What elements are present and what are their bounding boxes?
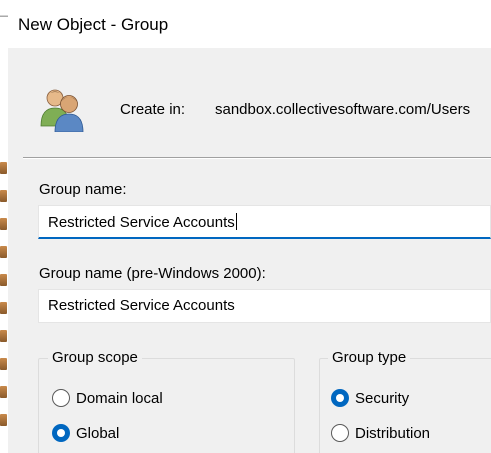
background-list-icon	[0, 414, 7, 426]
radio-button-unchecked[interactable]	[52, 389, 70, 407]
background-list-icon	[0, 190, 7, 202]
group-name-pre2000-input[interactable]: Restricted Service Accounts	[38, 289, 491, 323]
dialog-title: New Object - Group	[18, 15, 169, 34]
create-in-header: Create in: sandbox.collectivesoftware.co…	[8, 48, 491, 158]
group-name-value: Restricted Service Accounts	[48, 213, 237, 231]
radio-button-checked[interactable]	[331, 389, 349, 407]
screen: — New Object - Group Create in: sandbox.…	[0, 0, 491, 453]
radio-domain-local[interactable]: Domain local	[52, 389, 163, 407]
background-list-icon	[0, 302, 7, 314]
background-list-icon	[0, 358, 7, 370]
background-list-icon	[0, 246, 7, 258]
radio-security[interactable]: Security	[331, 389, 409, 407]
group-name-pre2000-label: Group name (pre-Windows 2000):	[39, 265, 266, 282]
radio-button-unchecked[interactable]	[331, 424, 349, 442]
group-name-pre2000-value: Restricted Service Accounts	[48, 297, 235, 314]
text-caret	[235, 213, 237, 230]
header-separator	[23, 157, 491, 158]
radio-distribution[interactable]: Distribution	[331, 424, 430, 442]
background-list-icon	[0, 218, 7, 230]
background-list-icon	[0, 386, 7, 398]
radio-global[interactable]: Global	[52, 424, 119, 442]
radio-distribution-label: Distribution	[355, 424, 431, 442]
radio-domain-local-label: Domain local	[76, 389, 163, 407]
radio-security-label: Security	[355, 389, 410, 407]
group-name-label: Group name:	[39, 181, 127, 198]
group-scope-title: Group scope	[48, 349, 142, 366]
new-object-group-dialog: New Object - Group Create in: sandbox.co…	[8, 0, 491, 453]
group-type-title: Group type	[328, 349, 411, 366]
create-in-path: sandbox.collectivesoftware.com/Users	[215, 101, 471, 118]
radio-global-label: Global	[76, 424, 120, 442]
dialog-titlebar[interactable]: New Object - Group	[8, 0, 491, 48]
create-in-label: Create in:	[120, 101, 186, 118]
radio-button-checked[interactable]	[52, 424, 70, 442]
background-list-icon	[0, 330, 7, 342]
background-list-icon	[0, 274, 7, 286]
users-group-icon	[40, 89, 84, 132]
background-list-icon	[0, 162, 7, 174]
group-name-input[interactable]: Restricted Service Accounts	[38, 205, 491, 239]
